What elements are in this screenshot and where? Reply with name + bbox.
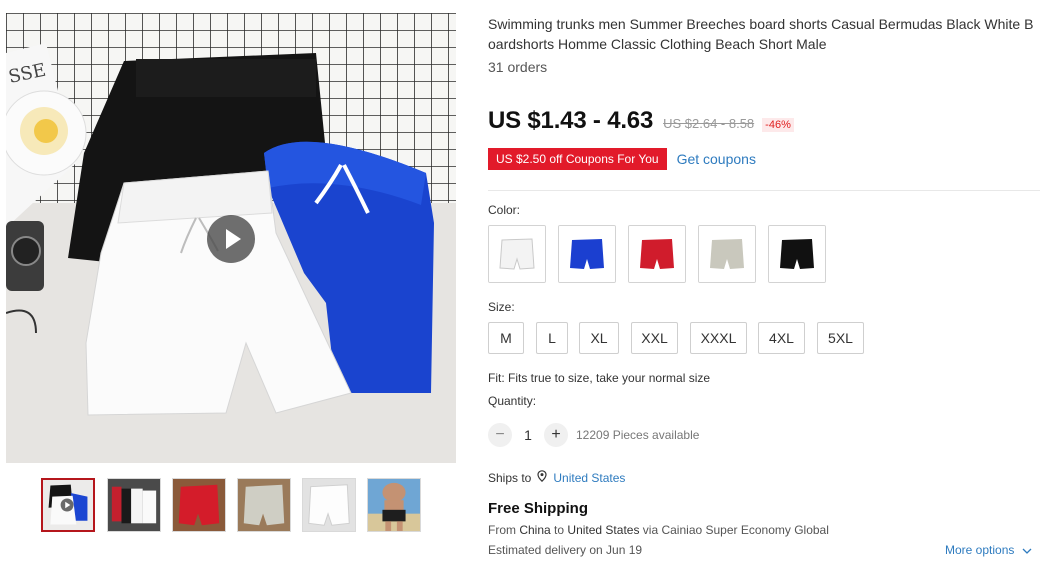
thumbnail-3-image — [173, 479, 225, 531]
size-option-l[interactable]: L — [536, 322, 568, 354]
route-destination: United States — [567, 523, 640, 537]
play-icon — [226, 229, 241, 249]
blue-shorts-icon — [559, 226, 615, 282]
thumbnail-4[interactable] — [237, 478, 291, 532]
coupon-row: US $2.50 off Coupons For You Get coupons — [486, 148, 756, 170]
decrease-quantity-button[interactable]: − — [488, 423, 512, 447]
thumbnail-5-image — [303, 479, 355, 531]
quantity-value[interactable]: 1 — [512, 427, 544, 443]
thumbnail-2-image — [108, 479, 160, 531]
more-options-label: More options — [945, 543, 1015, 557]
thumbnail-3[interactable] — [172, 478, 226, 532]
estimated-delivery: Estimated delivery on Jun 19 — [488, 543, 643, 557]
size-option-xxl[interactable]: XXL — [631, 322, 678, 354]
order-count: 31 orders — [488, 59, 548, 75]
play-video-button[interactable] — [207, 215, 255, 263]
section-divider — [488, 190, 1040, 191]
ships-to-row: Ships to United States — [488, 470, 625, 485]
color-swatch-blue[interactable] — [558, 225, 616, 283]
get-coupons-link[interactable]: Get coupons — [677, 151, 756, 167]
thumbnail-1-image — [43, 480, 93, 530]
shipping-route: From China to United States via Cainiao … — [488, 523, 829, 537]
thumbnail-4-image — [238, 479, 290, 531]
color-swatch-gray[interactable] — [698, 225, 756, 283]
thumbnail-6[interactable] — [367, 478, 421, 532]
main-product-image[interactable]: SSE — [6, 13, 456, 463]
size-option-5xl[interactable]: 5XL — [817, 322, 864, 354]
ships-to-country-link[interactable]: United States — [553, 471, 625, 485]
quantity-label: Quantity: — [488, 394, 537, 408]
color-swatch-black[interactable] — [768, 225, 826, 283]
color-label: Color: — [488, 203, 521, 217]
size-option-m[interactable]: M — [488, 322, 524, 354]
increase-quantity-button[interactable]: + — [544, 423, 568, 447]
discount-badge: -46% — [762, 118, 794, 132]
coupon-badge: US $2.50 off Coupons For You — [486, 148, 669, 170]
thumbnail-6-image — [368, 479, 420, 531]
ships-to-label: Ships to — [488, 470, 532, 485]
color-swatch-white[interactable] — [488, 225, 546, 283]
thumbnail-2[interactable] — [107, 478, 161, 532]
size-label: Size: — [488, 300, 515, 314]
route-origin: China — [519, 523, 551, 537]
fit-note: Fit: Fits true to size, take your normal… — [488, 371, 711, 385]
product-title: Swimming trunks men Summer Breeches boar… — [488, 16, 1034, 52]
gray-shorts-icon — [699, 226, 755, 282]
thumbnail-1[interactable] — [41, 478, 95, 532]
color-swatch-red[interactable] — [628, 225, 686, 283]
chevron-down-icon — [1022, 544, 1032, 558]
route-to-text: to — [554, 523, 565, 537]
size-option-xxxl[interactable]: XXXL — [690, 322, 747, 354]
price-row: US $1.43 - 4.63 US $2.64 - 8.58 -46% — [488, 107, 794, 135]
quantity-stepper: − 1 + 12209 Pieces available — [488, 423, 699, 447]
thumbnail-5[interactable] — [302, 478, 356, 532]
route-from-text: From — [488, 523, 516, 537]
current-price: US $1.43 - 4.63 — [488, 107, 654, 134]
black-shorts-icon — [769, 226, 825, 282]
route-via-text: via Cainiao Super Economy Global — [642, 523, 829, 537]
size-option-xl[interactable]: XL — [579, 322, 619, 354]
white-shorts-icon — [489, 226, 545, 282]
free-shipping-heading: Free Shipping — [488, 500, 589, 517]
more-options-link[interactable]: More options — [945, 543, 1032, 558]
size-option-4xl[interactable]: 4XL — [758, 322, 805, 354]
original-price: US $2.64 - 8.58 — [663, 116, 755, 131]
red-shorts-icon — [629, 226, 685, 282]
available-stock: 12209 Pieces available — [576, 428, 700, 442]
location-pin-icon — [537, 470, 547, 485]
